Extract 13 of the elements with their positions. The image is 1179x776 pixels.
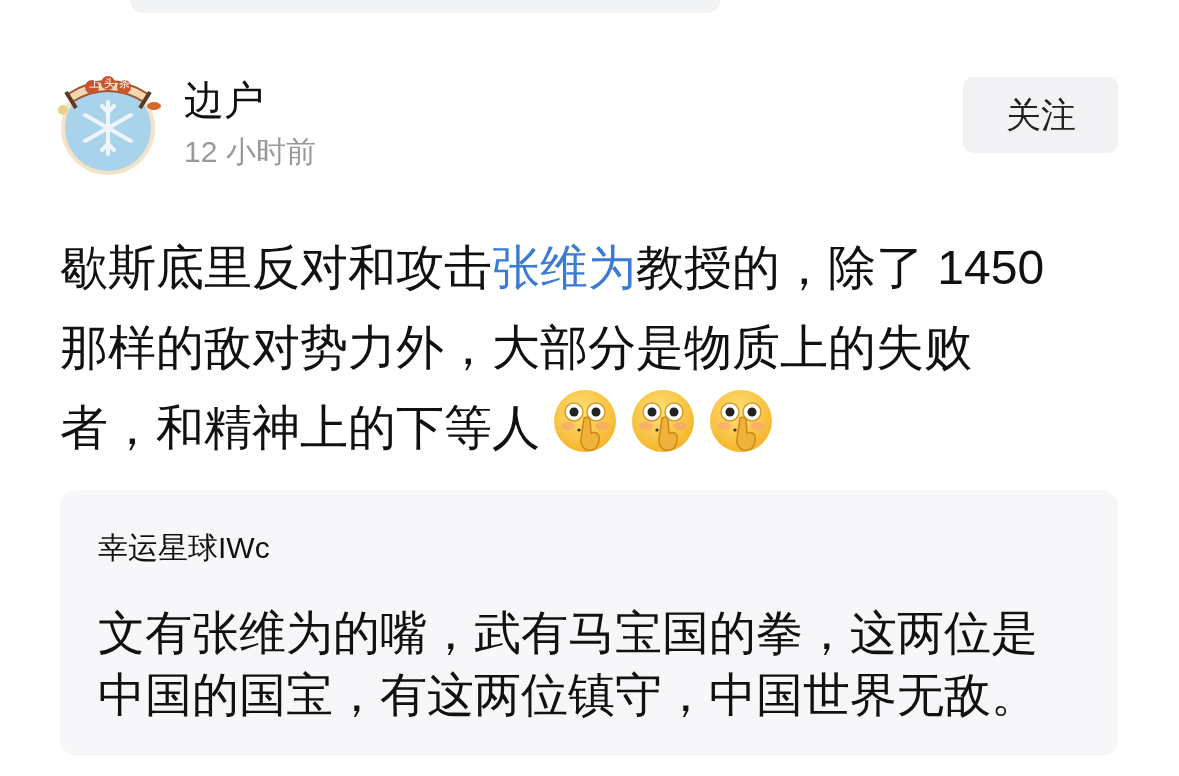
quote-author[interactable]: 幸运星球IWc bbox=[98, 526, 1068, 570]
follow-button[interactable]: 关注 bbox=[963, 77, 1118, 153]
shush-emoji-icon bbox=[630, 388, 696, 454]
post-text-line: 歇斯底里反对和攻击张维为教授的，除了 1450 bbox=[60, 241, 1045, 294]
mention-link[interactable]: 张维为 bbox=[492, 241, 636, 294]
post-text-line: 那样的敌对势力外，大部分是物质上的失败 bbox=[60, 321, 972, 374]
quote-text: 文有张维为的嘴，武有马宝国的拳，这两位是中国的国宝，有这两位镇守，中国世界无敌。 bbox=[98, 605, 1039, 723]
quoted-comment-card[interactable]: 幸运星球IWc 文有张维为的嘴，武有马宝国的拳，这两位是中国的国宝，有这两位镇守，中国世界无敌。 bbox=[60, 490, 1118, 756]
post-time: 12 小时前 bbox=[184, 134, 317, 170]
shush-emoji-icon bbox=[708, 388, 774, 454]
shush-emoji-icon bbox=[552, 388, 618, 454]
author-name[interactable]: 边户 bbox=[184, 76, 963, 124]
post-text-line: 者，和精神上的下等人 bbox=[60, 401, 540, 454]
